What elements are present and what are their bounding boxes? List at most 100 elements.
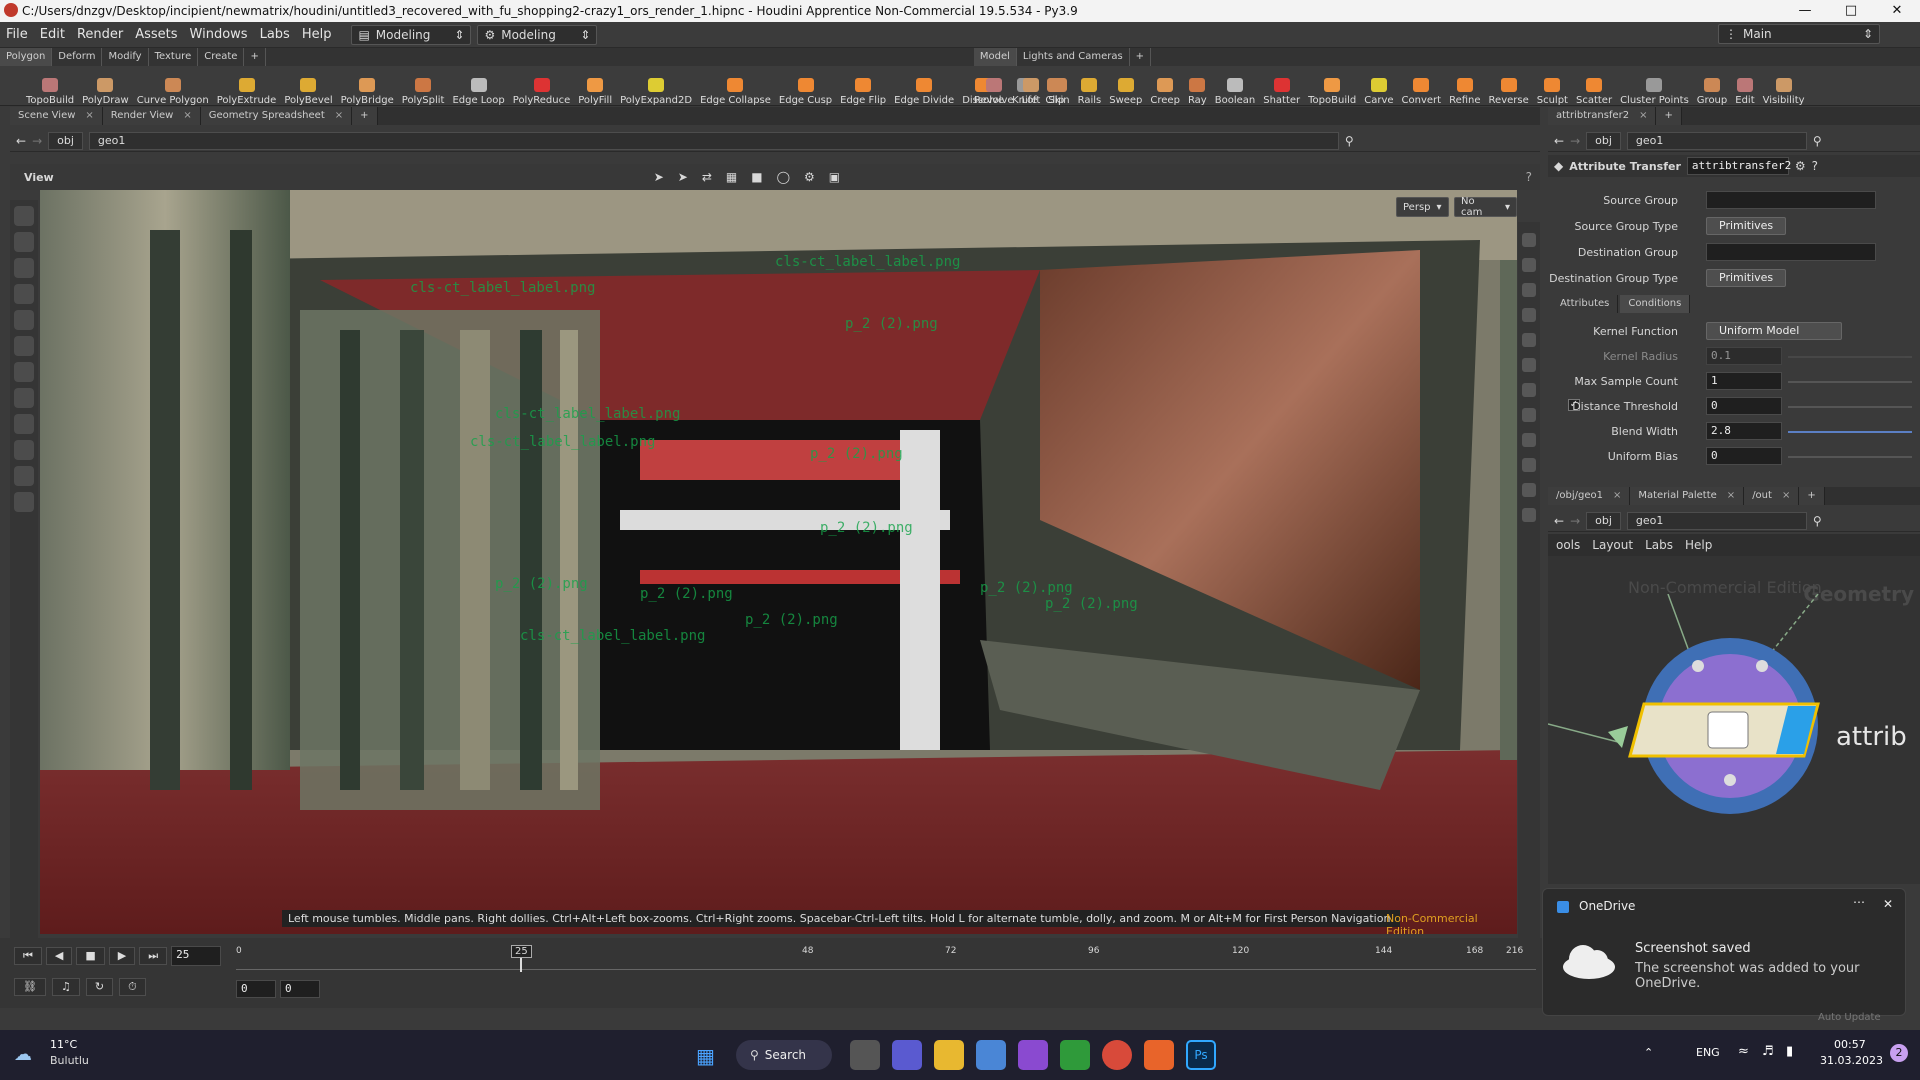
shelf-tool-edge-loop[interactable]: Edge Loop — [448, 66, 508, 106]
add-tab-icon[interactable]: + — [1799, 487, 1825, 505]
close-icon[interactable]: ✕ — [1883, 897, 1893, 911]
xbox-icon[interactable] — [1060, 1040, 1090, 1070]
volume-icon[interactable]: ♬ — [1762, 1044, 1774, 1059]
tab-out[interactable]: /out × — [1744, 487, 1800, 505]
uniform-bias-slider[interactable] — [1788, 456, 1912, 458]
houdini-icon[interactable] — [1144, 1040, 1174, 1070]
snap-icon[interactable] — [14, 440, 34, 460]
menu-layout[interactable]: Layout — [1592, 538, 1633, 552]
back-arrow-icon[interactable]: ← — [1554, 134, 1564, 148]
pin-icon[interactable]: ⚲ — [1813, 514, 1822, 528]
shelf-tool-edge-cusp[interactable]: Edge Cusp — [775, 66, 836, 106]
add-shelf-tab-icon[interactable]: + — [1130, 48, 1152, 66]
chrome-icon[interactable] — [1102, 1040, 1132, 1070]
eye-icon[interactable] — [1522, 233, 1536, 247]
network-editor[interactable]: ools Layout Labs Help Non-Commercial Edi… — [1548, 534, 1920, 884]
max-sample-count-field[interactable]: 1 — [1706, 372, 1782, 390]
shelf-tool-polyfill[interactable]: PolyFill — [574, 66, 616, 106]
shelf-tool-edge-flip[interactable]: Edge Flip — [836, 66, 890, 106]
frame-icon[interactable]: ▣ — [829, 170, 840, 184]
menu-help[interactable]: Help — [1685, 538, 1712, 552]
shelf-tool-edge-collapse[interactable]: Edge Collapse — [696, 66, 775, 106]
info-icon[interactable] — [1522, 508, 1536, 522]
display-icon[interactable]: ■ — [751, 170, 762, 184]
jump-end-icon[interactable]: ⏭ — [139, 947, 168, 965]
shelf-tool-scatter[interactable]: Scatter — [1572, 66, 1616, 106]
forward-arrow-icon[interactable]: → — [1570, 134, 1580, 148]
shading-icon[interactable] — [1522, 308, 1536, 322]
shelf-tool-sweep[interactable]: Sweep — [1105, 66, 1146, 106]
weather-temp[interactable]: 11°C — [50, 1038, 77, 1051]
shelf-tool-polybridge[interactable]: PolyBridge — [337, 66, 398, 106]
select-tool-icon[interactable]: ➤ — [678, 170, 688, 184]
language-indicator[interactable]: ENG — [1696, 1046, 1720, 1059]
close-icon[interactable]: ✕ — [1874, 0, 1920, 22]
menu-tools[interactable]: ools — [1556, 538, 1580, 552]
help-icon[interactable]: ? — [1812, 159, 1818, 173]
blend-width-field[interactable]: 2.8 — [1706, 422, 1782, 440]
frame-icon[interactable] — [1522, 483, 1536, 497]
shelf-tab-texture[interactable]: Texture — [149, 48, 199, 66]
jump-start-icon[interactable]: ⏮ — [14, 947, 42, 965]
shelf-tool-topobuild[interactable]: TopoBuild — [1304, 66, 1360, 106]
task-view-icon[interactable] — [850, 1040, 880, 1070]
shelf-tool-boolean[interactable]: Boolean — [1211, 66, 1260, 106]
back-arrow-icon[interactable]: ← — [16, 134, 26, 148]
play-icon[interactable]: ▶ — [108, 947, 136, 965]
lock-icon[interactable] — [14, 284, 34, 304]
max-sample-slider[interactable] — [1788, 381, 1912, 383]
tab-render-view[interactable]: Render View × — [102, 107, 201, 125]
destination-group-field[interactable] — [1706, 243, 1876, 261]
frame-ruler[interactable]: 0 24 25 48 72 96 120 144 168 192 216 — [236, 945, 1536, 972]
lock-icon[interactable] — [1522, 258, 1536, 272]
pose-icon[interactable] — [14, 258, 34, 278]
tray-chevron-icon[interactable]: ⌃ — [1644, 1046, 1653, 1059]
tab-scene-view[interactable]: Scene View × — [10, 107, 103, 125]
shelf-tool-sculpt[interactable]: Sculpt — [1533, 66, 1572, 106]
notification-badge[interactable]: 2 — [1890, 1044, 1908, 1062]
realtime-icon[interactable]: ⏱ — [119, 978, 146, 996]
shelf-tool-polyexpand2d[interactable]: PolyExpand2D — [616, 66, 696, 106]
breadcrumb-obj[interactable]: obj — [1586, 131, 1621, 150]
menu-edit[interactable]: Edit — [34, 27, 71, 42]
shelf-tool-polydraw[interactable]: PolyDraw — [78, 66, 133, 106]
kernel-function-menu[interactable]: Uniform Model — [1706, 322, 1842, 340]
magnet-icon[interactable] — [14, 310, 34, 330]
snap-icon[interactable]: ▦ — [726, 170, 737, 184]
bone-icon[interactable] — [1522, 433, 1536, 447]
normals-icon[interactable] — [1522, 358, 1536, 372]
camera-icon[interactable] — [14, 492, 34, 512]
teams-icon[interactable] — [892, 1040, 922, 1070]
gear-icon[interactable] — [14, 466, 34, 486]
menu-render[interactable]: Render — [71, 27, 129, 42]
shelf-tool-convert[interactable]: Convert — [1398, 66, 1446, 106]
menu-labs[interactable]: Labs — [254, 27, 296, 42]
shelf-tool-reverse[interactable]: Reverse — [1485, 66, 1533, 106]
back-arrow-icon[interactable]: ← — [1554, 514, 1564, 528]
tab-attributes[interactable]: Attributes — [1552, 295, 1619, 313]
start-icon[interactable]: ▦ — [696, 1044, 715, 1068]
desktop-dropdown[interactable]: ▤ Modeling ⇕ — [351, 24, 472, 45]
breadcrumb-geo1[interactable]: geo1 — [1626, 131, 1807, 150]
tab-conditions[interactable]: Conditions — [1620, 295, 1691, 313]
select-tool-icon[interactable]: ➤ — [654, 170, 664, 184]
clock-time[interactable]: 00:57 — [1834, 1038, 1866, 1051]
camera-icon[interactable]: ⚙ — [804, 170, 815, 184]
scene-viewport[interactable]: cls-ct_label_label.png cls-ct_label_labe… — [40, 190, 1517, 934]
add-tab-icon[interactable]: + — [352, 107, 378, 125]
maximize-icon[interactable]: □ — [1828, 0, 1874, 22]
main-desktop-dropdown[interactable]: ⋮ Main ⇕ — [1718, 24, 1880, 44]
menu-file[interactable]: File — [0, 27, 34, 42]
scale-icon[interactable] — [14, 414, 34, 434]
weather-cloud-icon[interactable]: ☁ — [14, 1044, 32, 1065]
uniform-bias-field[interactable]: 0 — [1706, 447, 1782, 465]
shelf-tool-revolve[interactable]: Revolve — [970, 66, 1018, 106]
more-options-icon[interactable]: ⋯ — [1853, 895, 1865, 909]
tab-obj-geo1[interactable]: /obj/geo1 × — [1548, 487, 1631, 505]
menu-labs[interactable]: Labs — [1645, 538, 1673, 552]
distance-threshold-slider[interactable] — [1788, 406, 1912, 408]
loop-icon[interactable]: ↻ — [85, 978, 114, 996]
weather-desc[interactable]: Bulutlu — [50, 1054, 89, 1067]
menu-help[interactable]: Help — [296, 27, 338, 42]
breadcrumb-geo1[interactable]: geo1 — [88, 131, 1339, 150]
